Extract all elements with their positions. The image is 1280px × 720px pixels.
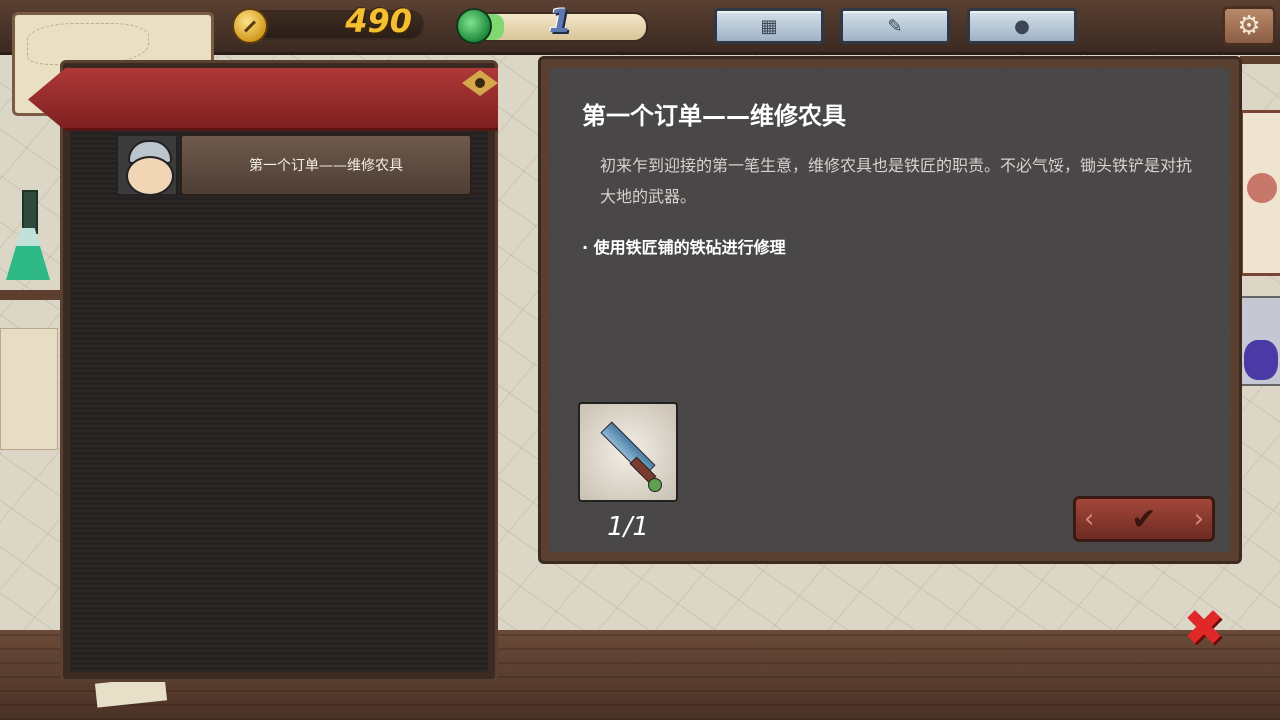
paper-decoration bbox=[0, 328, 58, 450]
coin-count: 490 bbox=[345, 2, 412, 40]
quest-list-banner bbox=[28, 68, 498, 131]
quest-list-item[interactable]: 第一个订单——维修农具 bbox=[116, 134, 472, 196]
quest-item-label[interactable]: 第一个订单——维修农具 bbox=[180, 134, 472, 196]
potion-decoration bbox=[4, 190, 52, 286]
inventory-button[interactable]: ▦ bbox=[714, 8, 824, 44]
reward-count: 1/1 bbox=[607, 512, 649, 542]
quest-title: 第一个订单——维修农具 bbox=[582, 102, 846, 130]
right-shelf bbox=[1240, 56, 1280, 64]
side-shelf bbox=[0, 290, 60, 300]
grid-icon: ▦ bbox=[760, 15, 778, 37]
jar-decoration bbox=[1240, 296, 1280, 386]
merchant-avatar bbox=[116, 134, 178, 196]
quest-description: 初来乍到迎接的第一笔生意，维修农具也是铁匠的职责。不必气馁，锄头铁铲是对抗大地的… bbox=[600, 156, 1193, 206]
close-icon: ✖ bbox=[1183, 599, 1225, 657]
chevron-right-icon: › bbox=[1193, 504, 1204, 534]
gem-count: 1 bbox=[548, 2, 572, 40]
quest-objective: · 使用铁匠铺的铁砧进行修理 bbox=[582, 238, 786, 257]
character-button[interactable]: ● bbox=[967, 8, 1077, 44]
confirm-button[interactable]: ‹ ✔ › bbox=[1073, 496, 1215, 542]
scroll-icon: ✎ bbox=[887, 15, 903, 37]
coin-icon bbox=[232, 8, 268, 44]
check-icon: ✔ bbox=[1131, 501, 1157, 537]
gear-icon: ⚙ bbox=[1237, 11, 1261, 41]
quest-log-button[interactable]: ✎ bbox=[840, 8, 950, 44]
reward-item-slot[interactable] bbox=[578, 402, 678, 502]
settings-button[interactable]: ⚙ bbox=[1222, 6, 1276, 46]
chevron-left-icon: ‹ bbox=[1084, 504, 1095, 534]
gem-icon bbox=[456, 8, 492, 44]
close-button[interactable]: ✖ bbox=[1180, 603, 1228, 653]
person-icon: ● bbox=[1014, 15, 1030, 37]
wall-tapestry-decoration bbox=[1240, 110, 1280, 276]
